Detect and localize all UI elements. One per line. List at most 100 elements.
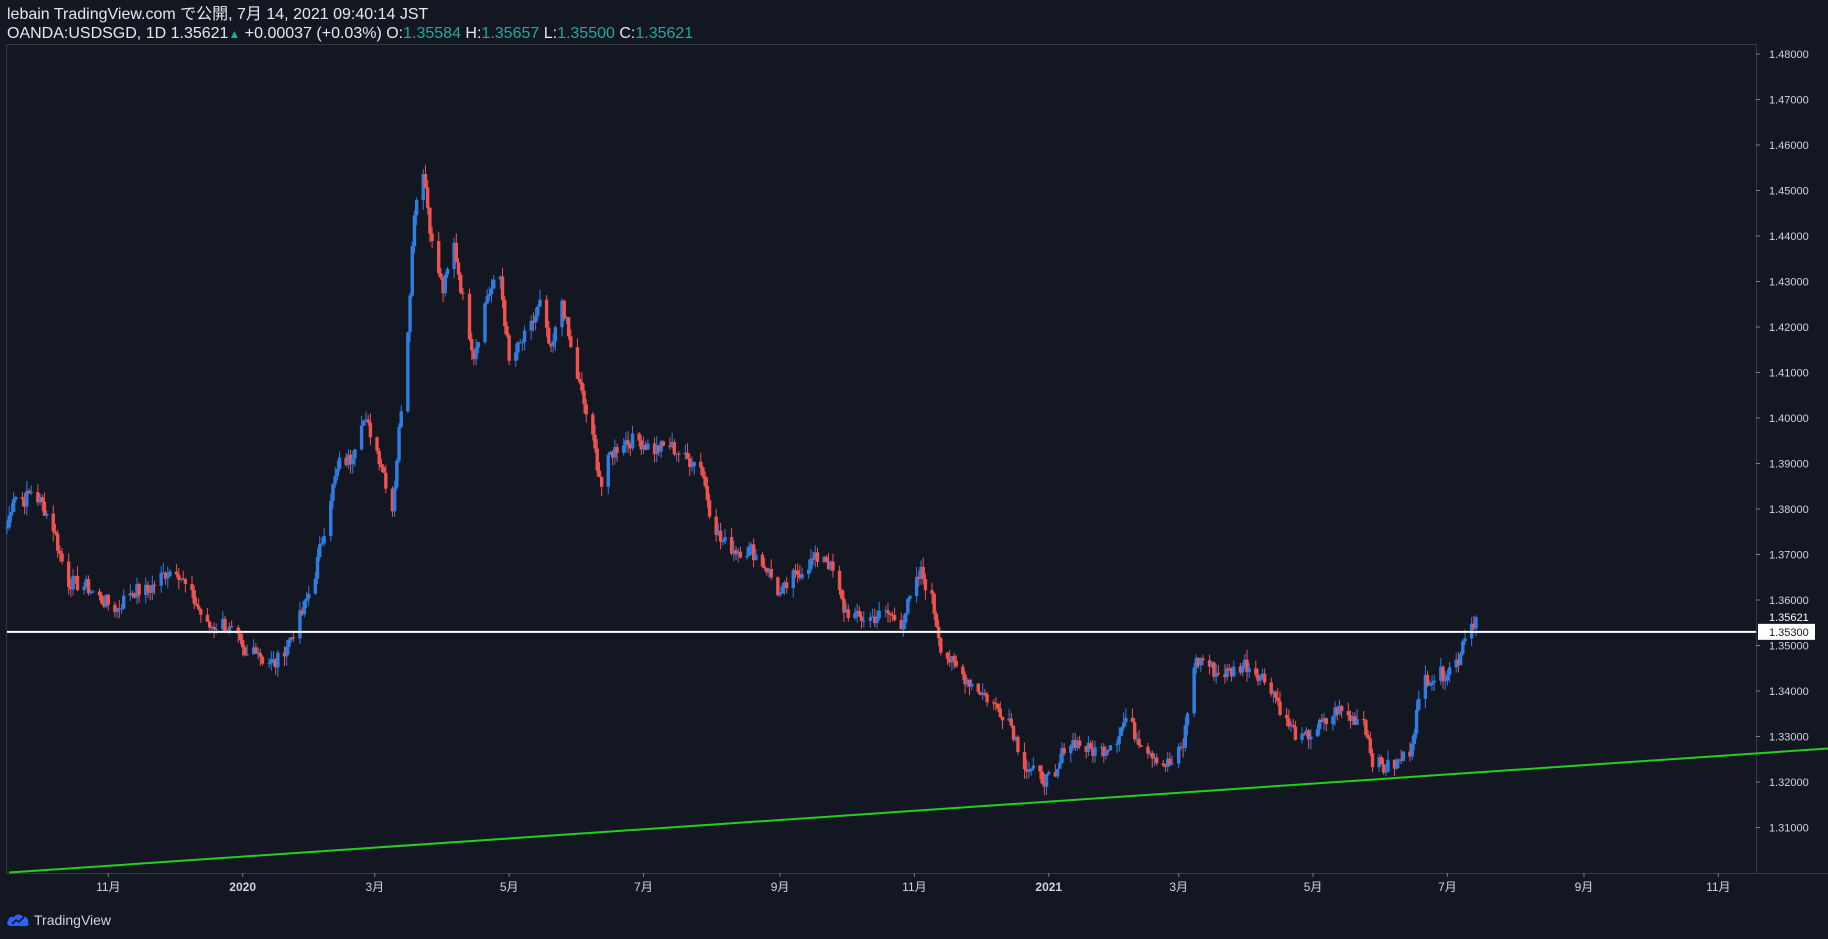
price-tick-label: 1.35000 [1769, 641, 1809, 653]
candle-body [71, 575, 75, 590]
candle-body [443, 274, 447, 294]
price-axis[interactable]: 1.48000 1.47000 1.46000 1.45000 1.44000 1.430… [1756, 49, 1809, 835]
candle-body [25, 490, 29, 507]
candle-body [14, 497, 18, 500]
candle-body [1401, 751, 1406, 761]
candle-body [908, 595, 912, 599]
candle-body [760, 554, 765, 567]
brand-text: TradingView [34, 912, 112, 928]
candle-body [606, 454, 610, 487]
candle-body [29, 492, 33, 494]
candle-body [276, 652, 280, 668]
price-tick-label: 1.48000 [1769, 49, 1809, 61]
candle-body [51, 513, 55, 532]
candle-body [1022, 751, 1027, 770]
candle-body [615, 447, 619, 453]
candle-body [1185, 713, 1190, 726]
candle-body [776, 577, 780, 596]
candle-body [1247, 668, 1251, 673]
time-tick-label: 11月 [902, 880, 926, 894]
candle-body [1276, 697, 1280, 702]
candle-body [932, 593, 936, 614]
candle-body [923, 579, 928, 591]
candle-body [1115, 743, 1119, 746]
price-tick-label: 1.31000 [1769, 823, 1809, 835]
candle-body [1262, 673, 1267, 683]
candle-body [1161, 763, 1165, 766]
candle-body [366, 419, 370, 423]
candle-body [1139, 745, 1143, 747]
candle-body [399, 411, 403, 428]
candle-body [384, 472, 388, 489]
candle-body [20, 497, 25, 499]
candle-body [395, 460, 399, 488]
candle-body [859, 616, 864, 621]
candle-body [998, 708, 1003, 717]
candle-body [410, 246, 414, 296]
price-labels: 1.35621 1.35300 [1757, 609, 1821, 640]
candle-body [207, 621, 212, 628]
candle-body [809, 558, 813, 570]
candle-body [992, 702, 996, 704]
candle-body [1031, 765, 1036, 769]
candle-body [392, 487, 397, 512]
candle-body [862, 620, 866, 622]
time-tick-label: 5月 [500, 880, 519, 894]
candle-body [562, 300, 566, 319]
candle-body [454, 242, 459, 263]
candle-body [291, 637, 296, 639]
candle-body [824, 556, 829, 562]
candle-body [888, 613, 892, 615]
time-tick-label: 2021 [1035, 880, 1062, 894]
candle-body [406, 332, 410, 412]
candle-body [754, 554, 758, 561]
candle-body [1119, 727, 1124, 736]
candle-body [857, 610, 862, 617]
candle-body [487, 294, 492, 297]
candle-body [238, 633, 243, 641]
candle-body [150, 584, 155, 593]
candle-body [445, 268, 450, 275]
candle-body [661, 441, 666, 446]
candlestick-series [5, 164, 1478, 796]
candle-body [9, 512, 14, 516]
candle-body [1047, 772, 1051, 774]
time-tick-label: 3月 [1169, 880, 1188, 894]
candle-body [1108, 745, 1113, 751]
candle-body [945, 652, 950, 659]
candle-body [27, 490, 31, 493]
candle-body [536, 306, 540, 316]
candle-body [412, 215, 417, 247]
tradingview-branding[interactable]: TradingView [6, 912, 111, 928]
candle-body [351, 458, 355, 465]
candle-body [1117, 735, 1121, 744]
candle-body [75, 576, 80, 591]
candle-body [1170, 763, 1174, 765]
candle-body [930, 590, 934, 594]
candle-body [485, 296, 489, 304]
ascending-trend-line[interactable] [9, 747, 1828, 874]
candle-body [7, 515, 11, 528]
candle-body [5, 527, 9, 529]
candle-body [901, 622, 906, 630]
candle-body [1430, 682, 1434, 686]
candle-body [877, 610, 881, 619]
candle-body [1425, 674, 1430, 686]
price-chart[interactable]: 1.48000 1.47000 1.46000 1.45000 1.44000 1.430… [0, 0, 1828, 939]
candle-body [637, 433, 641, 441]
candle-body [1258, 675, 1262, 681]
candle-body [769, 568, 773, 578]
candle-body [840, 589, 844, 599]
candle-body [886, 610, 890, 614]
candle-body [425, 187, 430, 208]
candle-body [597, 470, 602, 477]
candle-body [533, 315, 538, 323]
candle-body [705, 486, 710, 501]
candle-body [1474, 617, 1478, 629]
time-tick-label: 7月 [634, 880, 653, 894]
candle-body [1309, 736, 1313, 740]
time-axis[interactable]: 11月 2020 3月 5月 7月 9月 11月 2021 3月 5月 7月 9月 11月 [96, 873, 1731, 894]
candle-body [1441, 666, 1445, 682]
candle-body [1254, 668, 1258, 675]
price-tick-label: 1.46000 [1769, 140, 1809, 152]
